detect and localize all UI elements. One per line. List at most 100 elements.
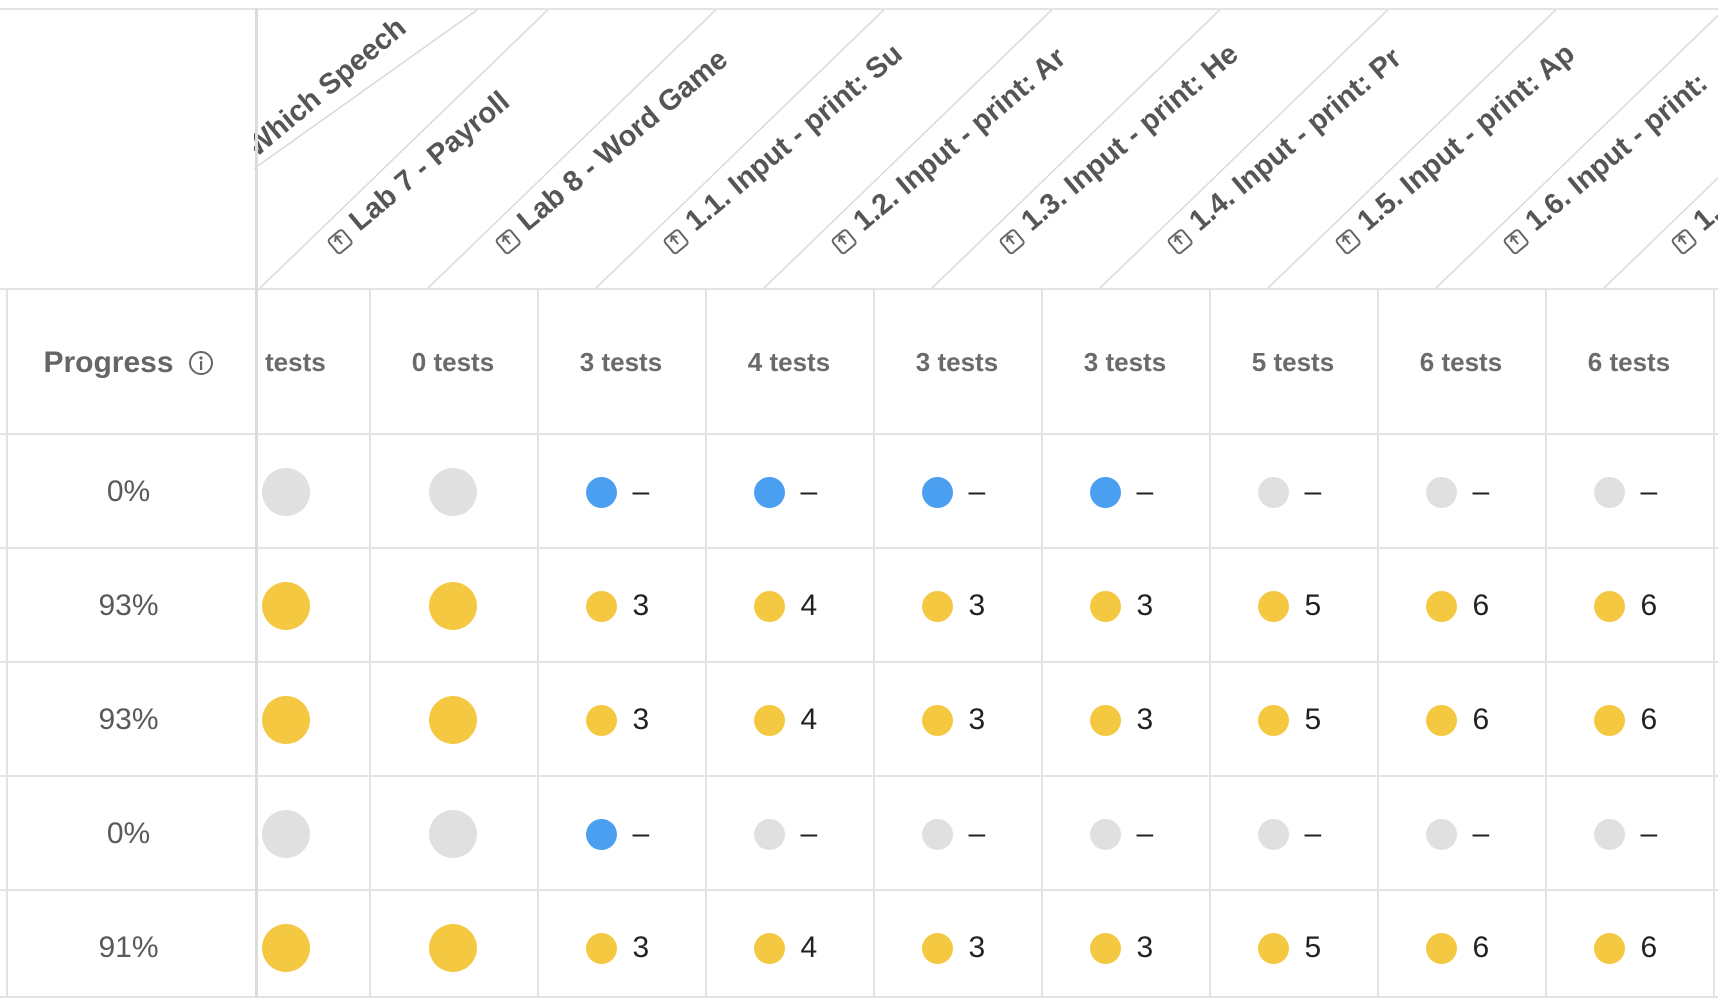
grade-cell[interactable]: 5 xyxy=(1209,549,1377,663)
grade-cell[interactable] xyxy=(369,549,537,663)
info-icon[interactable] xyxy=(188,350,214,376)
cell-score: – xyxy=(1136,817,1154,850)
grade-cell[interactable]: 3 xyxy=(537,663,705,777)
grade-cell[interactable]: – xyxy=(1377,435,1545,549)
grade-cell[interactable]: – xyxy=(1209,435,1377,549)
yellow-status-dot xyxy=(753,590,785,622)
yellow-status-dot xyxy=(585,932,617,964)
yellow-status-dot xyxy=(1089,704,1121,736)
grade-cell[interactable]: 3 xyxy=(873,549,1041,663)
grade-cell[interactable]: 6 xyxy=(1545,663,1713,777)
cell-score: 4 xyxy=(800,589,818,622)
export-icon[interactable] xyxy=(495,229,521,255)
cell-score: – xyxy=(632,817,650,850)
export-icon[interactable] xyxy=(1335,229,1361,255)
grade-cell[interactable]: 3 xyxy=(1041,663,1209,777)
yellow-status-dot xyxy=(585,704,617,736)
grade-cell[interactable]: – xyxy=(1041,435,1209,549)
cell-score: 3 xyxy=(632,931,650,964)
column-header-9[interactable]: 1. xyxy=(1664,197,1718,256)
grade-cell[interactable] xyxy=(257,549,369,663)
yellow-status-dot xyxy=(921,590,953,622)
grade-cell[interactable]: – xyxy=(1545,777,1713,891)
export-icon[interactable] xyxy=(1167,229,1193,255)
grade-cell[interactable]: – xyxy=(1377,777,1545,891)
yellow-status-dot xyxy=(1089,932,1121,964)
grade-cell[interactable]: – xyxy=(705,435,873,549)
grade-cell[interactable]: 3 xyxy=(873,891,1041,1002)
yellow-status-dot xyxy=(262,696,310,744)
grade-cell[interactable]: 3 xyxy=(537,549,705,663)
cell-score: – xyxy=(1472,475,1490,508)
grade-cell[interactable]: 4 xyxy=(705,891,873,1002)
cell-score: 3 xyxy=(1136,931,1154,964)
grade-cell[interactable]: 3 xyxy=(1041,891,1209,1002)
grade-cell[interactable]: 5 xyxy=(1209,891,1377,1002)
gray-status-dot xyxy=(1593,818,1625,850)
grade-cell[interactable]: 6 xyxy=(1377,891,1545,1002)
yellow-status-dot xyxy=(429,582,477,630)
column-title: 1.6. Input - print: xyxy=(1519,67,1714,238)
grade-cell[interactable]: 6 xyxy=(1377,549,1545,663)
test-count: 3 tests xyxy=(1083,347,1167,377)
header-top-edge xyxy=(0,0,1718,8)
cell-score: 3 xyxy=(632,589,650,622)
left-border xyxy=(6,288,8,996)
test-count: 5 tests xyxy=(1251,347,1335,377)
export-icon[interactable] xyxy=(999,229,1025,255)
grade-cell[interactable] xyxy=(257,777,369,891)
grade-cell[interactable] xyxy=(257,891,369,1002)
test-count: 4 tests xyxy=(747,347,831,377)
progress-value: 93% xyxy=(98,703,159,736)
grade-cell[interactable] xyxy=(257,663,369,777)
grade-cell[interactable]: 4 xyxy=(705,663,873,777)
yellow-status-dot xyxy=(1425,932,1457,964)
yellow-status-dot xyxy=(1593,590,1625,622)
grade-cell[interactable] xyxy=(257,435,369,549)
grade-cell[interactable]: 3 xyxy=(537,891,705,1002)
grade-cell[interactable]: – xyxy=(873,435,1041,549)
grade-cell[interactable]: – xyxy=(873,777,1041,891)
export-icon[interactable] xyxy=(1671,229,1697,255)
grade-cell[interactable]: 6 xyxy=(1545,549,1713,663)
grade-cell[interactable] xyxy=(369,777,537,891)
grade-cell[interactable] xyxy=(369,663,537,777)
test-count: 6 tests xyxy=(1587,347,1671,377)
cell-score: 6 xyxy=(1472,931,1490,964)
column-header-0[interactable]: Which Speech xyxy=(240,11,412,163)
cell-score: 3 xyxy=(632,703,650,736)
gray-status-dot xyxy=(1425,818,1457,850)
column-divider xyxy=(1041,288,1043,996)
grade-cell[interactable]: 5 xyxy=(1209,663,1377,777)
export-icon[interactable] xyxy=(663,229,689,255)
column-divider xyxy=(537,288,539,996)
grade-cell[interactable]: – xyxy=(705,777,873,891)
grade-cell[interactable]: – xyxy=(537,435,705,549)
grade-cell[interactable]: 3 xyxy=(1041,549,1209,663)
yellow-status-dot xyxy=(921,932,953,964)
grade-cell[interactable]: – xyxy=(1545,435,1713,549)
grade-cell[interactable]: 6 xyxy=(1545,891,1713,1002)
yellow-status-dot xyxy=(1257,704,1289,736)
blue-status-dot xyxy=(585,818,617,850)
gray-status-dot xyxy=(1593,476,1625,508)
export-icon[interactable] xyxy=(1503,229,1529,255)
grade-cell[interactable] xyxy=(369,891,537,1002)
export-icon[interactable] xyxy=(327,229,353,255)
export-icon[interactable] xyxy=(831,229,857,255)
progress-header: Progress xyxy=(0,290,257,435)
blue-status-dot xyxy=(585,476,617,508)
grade-cell[interactable]: 6 xyxy=(1377,663,1545,777)
grade-cell[interactable]: 4 xyxy=(705,549,873,663)
grade-cell[interactable]: – xyxy=(1209,777,1377,891)
gray-status-dot xyxy=(921,818,953,850)
grade-cell[interactable] xyxy=(369,435,537,549)
cell-score: 6 xyxy=(1472,703,1490,736)
blue-status-dot xyxy=(753,476,785,508)
grade-cell[interactable]: – xyxy=(537,777,705,891)
gray-status-dot xyxy=(1089,818,1121,850)
grade-cell[interactable]: – xyxy=(1041,777,1209,891)
gray-status-dot xyxy=(1257,476,1289,508)
grade-cell[interactable]: 3 xyxy=(873,663,1041,777)
cell-score: 6 xyxy=(1640,589,1658,622)
